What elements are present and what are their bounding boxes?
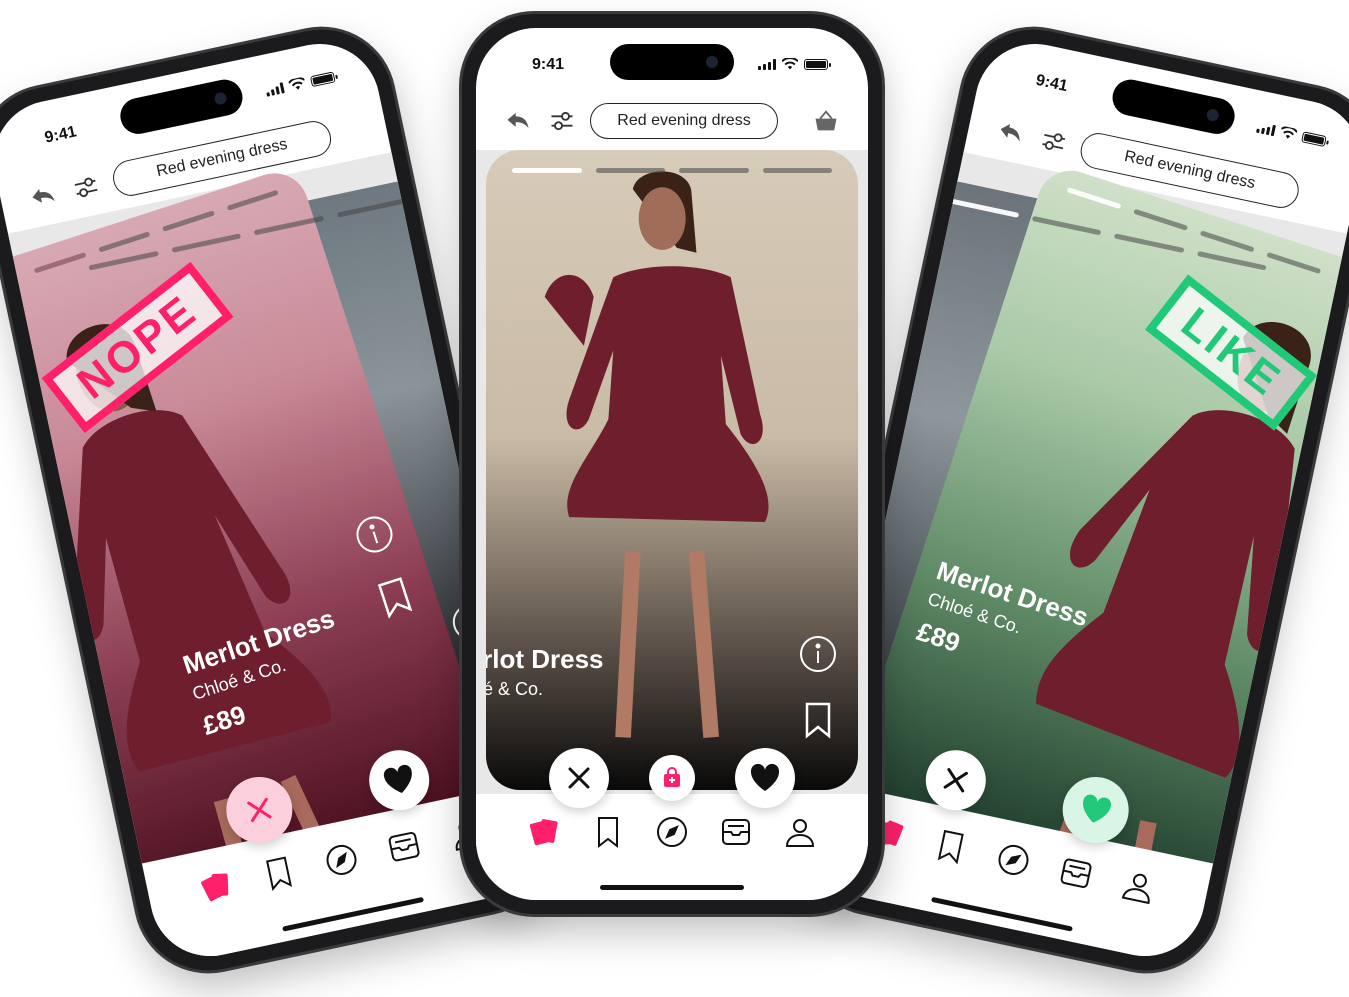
wifi-icon xyxy=(782,58,798,70)
tab-explore[interactable] xyxy=(991,839,1035,887)
product-name: Merlot Dress xyxy=(486,644,604,674)
inbox-icon xyxy=(722,819,750,845)
close-icon xyxy=(247,797,272,823)
signal-icon xyxy=(265,81,285,97)
tab-explore[interactable] xyxy=(654,814,690,855)
heart-icon xyxy=(750,763,780,791)
status-time: 9:41 xyxy=(532,56,565,73)
heart-icon xyxy=(383,764,412,793)
basket-icon[interactable] xyxy=(810,105,842,137)
phone-center: 9:41 Red evening dress rlot Dress é & Co… xyxy=(462,14,882,914)
sliders-icon[interactable] xyxy=(1035,123,1073,161)
dislike-button[interactable] xyxy=(549,748,609,808)
wifi-icon xyxy=(288,77,306,90)
product-card[interactable]: Merlot Dress Chloé & Co. xyxy=(486,150,858,790)
tab-explore[interactable] xyxy=(320,839,364,887)
heart-icon xyxy=(1083,794,1112,823)
dynamic-island xyxy=(1109,76,1238,138)
bookmark-icon xyxy=(598,817,618,849)
card-side-actions xyxy=(798,634,838,740)
tab-inbox[interactable] xyxy=(383,825,427,873)
tab-saved[interactable] xyxy=(590,814,626,855)
like-button[interactable] xyxy=(1056,770,1135,850)
tab-profile[interactable] xyxy=(782,814,818,855)
bookmark-icon[interactable] xyxy=(798,700,838,740)
screen: 9:41 Red evening dress xyxy=(476,28,868,900)
shopping-bag-icon xyxy=(664,767,680,787)
top-bar: Red evening dress xyxy=(502,102,842,140)
like-button[interactable] xyxy=(735,748,795,808)
sliders-icon[interactable] xyxy=(546,105,578,137)
status-time: 9:41 xyxy=(43,123,79,147)
status-icons xyxy=(1256,121,1327,147)
shop-button[interactable] xyxy=(649,755,695,801)
screen: 9:41 Red evening dress xyxy=(807,32,1349,968)
undo-arrow-icon[interactable] xyxy=(992,114,1030,152)
tab-profile[interactable] xyxy=(1116,865,1160,913)
undo-arrow-icon[interactable] xyxy=(502,105,534,137)
signal-icon xyxy=(1256,121,1277,136)
status-time: 9:41 xyxy=(1034,71,1070,96)
battery-icon xyxy=(309,70,336,87)
wifi-icon xyxy=(1280,126,1298,139)
dislike-button[interactable] xyxy=(920,744,992,816)
inbox-icon xyxy=(1060,858,1092,888)
profile-icon xyxy=(1121,873,1150,905)
sliders-icon[interactable] xyxy=(67,168,105,206)
product-brand: Chloé & Co. xyxy=(486,679,544,699)
undo-arrow-icon[interactable] xyxy=(24,178,62,216)
tab-saved[interactable] xyxy=(258,852,302,900)
tab-inbox[interactable] xyxy=(1054,852,1098,900)
battery-icon xyxy=(1301,130,1327,147)
dynamic-island xyxy=(610,44,734,80)
status-icons xyxy=(758,58,831,70)
progress-bar xyxy=(512,168,832,173)
tab-inbox[interactable] xyxy=(718,814,754,855)
signal-icon xyxy=(758,58,776,70)
battery-icon xyxy=(804,58,831,70)
tab-cards[interactable] xyxy=(526,814,562,855)
dynamic-island xyxy=(117,76,246,138)
cards-icon xyxy=(529,819,558,846)
swipe-actions xyxy=(476,742,868,814)
compass-icon xyxy=(998,844,1029,875)
card-zone: Merlot Dress Chloé & Co. xyxy=(476,150,868,822)
tab-saved[interactable] xyxy=(928,825,972,873)
status-icons xyxy=(265,70,336,97)
close-icon xyxy=(568,767,590,789)
card-zone: LIKE Merlot Dress Chloé & Co. £89 xyxy=(807,152,1349,910)
compass-icon xyxy=(326,844,357,875)
info-icon[interactable] xyxy=(798,634,838,674)
home-indicator xyxy=(600,885,744,890)
card-info: Merlot Dress Chloé & Co. xyxy=(486,644,604,700)
dislike-button[interactable] xyxy=(220,770,299,850)
card-zone: NOPE Merlot Dress Chloé & Co. £89 xyxy=(0,152,548,910)
profile-icon xyxy=(785,819,815,847)
search-pill[interactable]: Red evening dress xyxy=(590,103,778,139)
like-button[interactable] xyxy=(363,744,435,816)
inbox-icon xyxy=(388,831,420,862)
compass-icon xyxy=(657,817,687,847)
tab-cards[interactable] xyxy=(195,865,239,913)
bookmark-icon xyxy=(937,829,964,865)
cards-icon xyxy=(201,873,229,902)
bookmark-icon xyxy=(266,856,293,892)
close-icon xyxy=(943,768,968,793)
